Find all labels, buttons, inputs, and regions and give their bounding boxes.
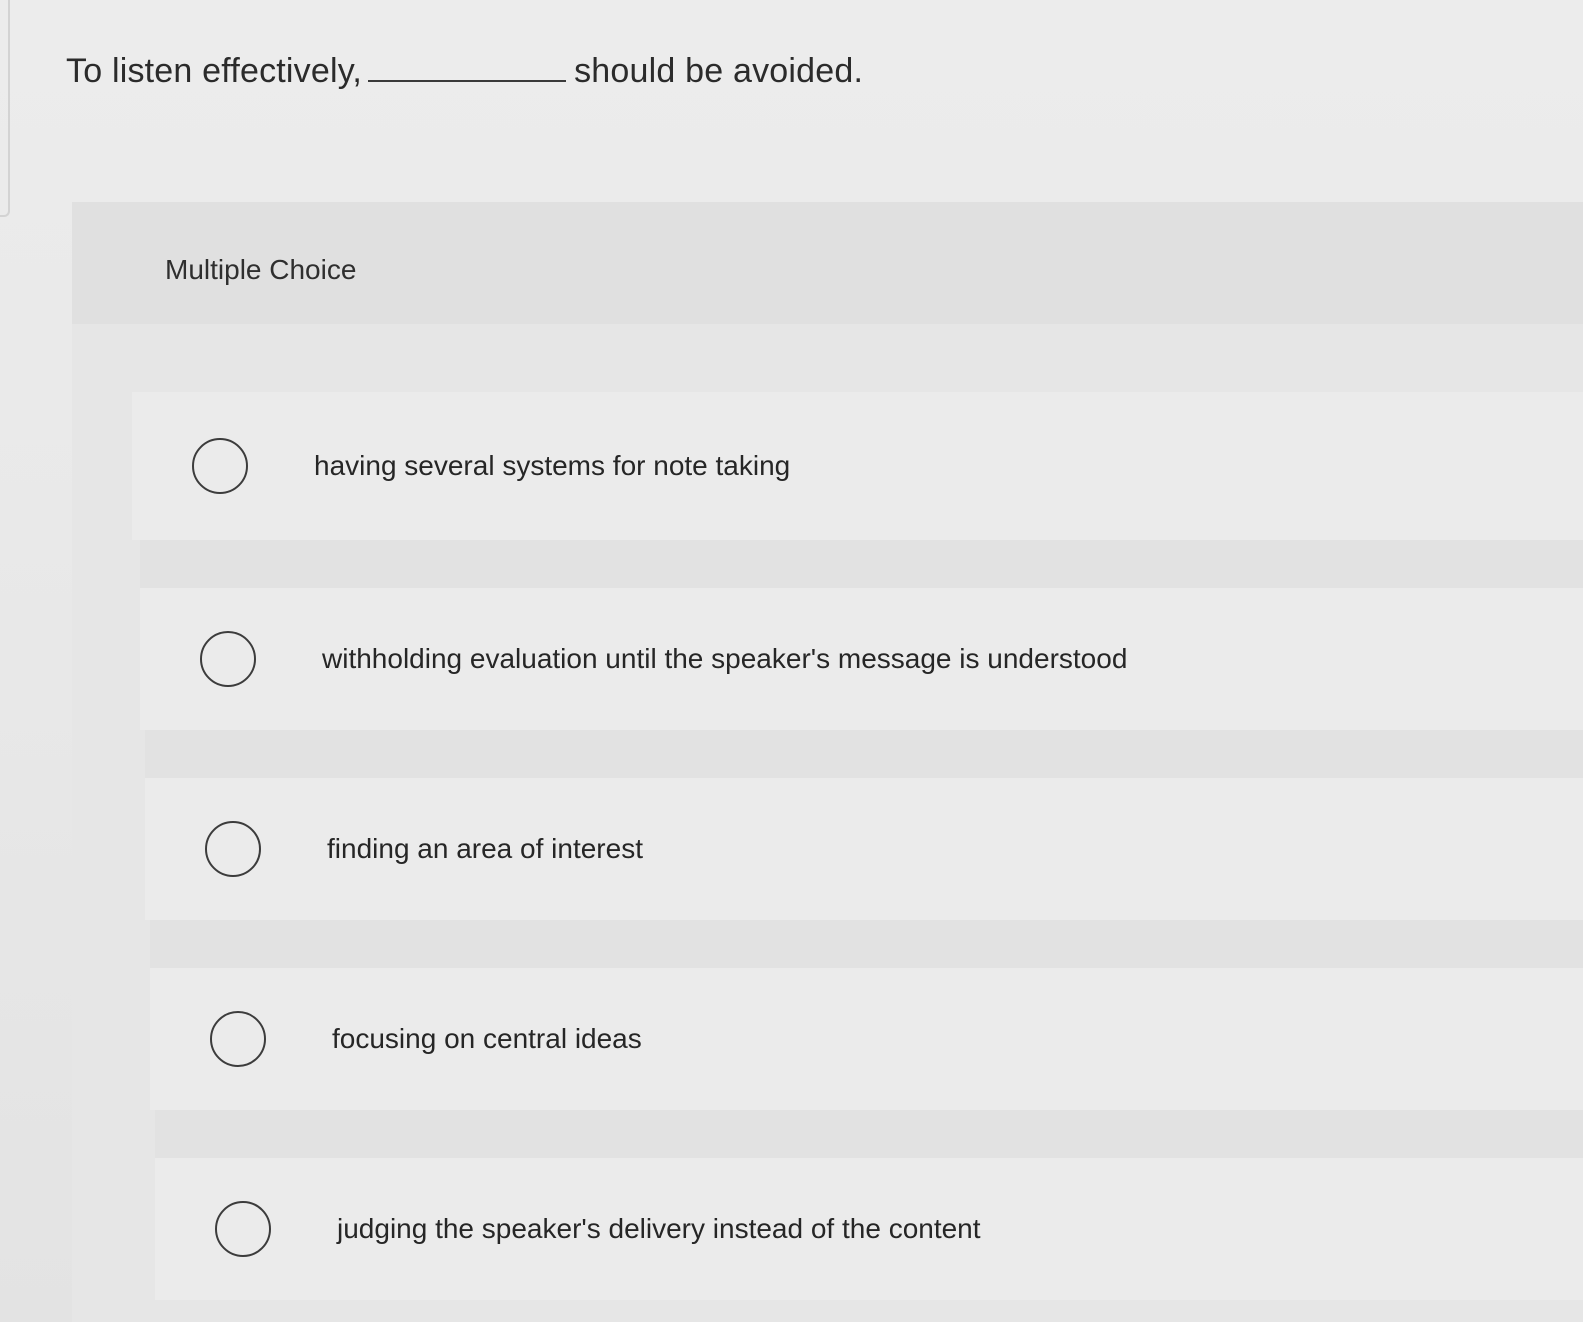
radio-unselected-icon[interactable]: [205, 821, 261, 877]
section-label: Multiple Choice: [165, 254, 357, 285]
window-edge: [0, 0, 10, 217]
choice-option-3[interactable]: finding an area of interest: [145, 778, 1583, 920]
choice-label: having several systems for note taking: [314, 450, 791, 481]
question-prompt: To listen effectively, should be avoided.: [66, 52, 863, 91]
radio-unselected-icon[interactable]: [215, 1201, 271, 1257]
choice-option-1[interactable]: having several systems for note taking: [132, 392, 1583, 540]
choice-label: withholding evaluation until the speaker…: [322, 643, 1128, 674]
choice-separator: [150, 920, 1583, 968]
choice-separator: [140, 540, 1583, 588]
choice-option-5[interactable]: judging the speaker's delivery instead o…: [155, 1158, 1583, 1300]
choice-option-2[interactable]: withholding evaluation until the speaker…: [140, 588, 1583, 730]
question-prefix: To listen effectively,: [66, 52, 363, 90]
question-suffix: should be avoided.: [574, 52, 864, 90]
choice-option-4[interactable]: focusing on central ideas: [150, 968, 1583, 1110]
choice-separator: [155, 1110, 1583, 1158]
radio-unselected-icon[interactable]: [210, 1011, 266, 1067]
answer-blank: [368, 72, 567, 82]
choice-label: focusing on central ideas: [332, 1023, 642, 1054]
choice-label: judging the speaker's delivery instead o…: [337, 1213, 981, 1244]
multiple-choice-header: Multiple Choice: [72, 202, 1583, 324]
choice-separator: [145, 730, 1583, 778]
radio-unselected-icon[interactable]: [200, 631, 256, 687]
radio-unselected-icon[interactable]: [192, 438, 248, 494]
choice-label: finding an area of interest: [327, 833, 643, 864]
